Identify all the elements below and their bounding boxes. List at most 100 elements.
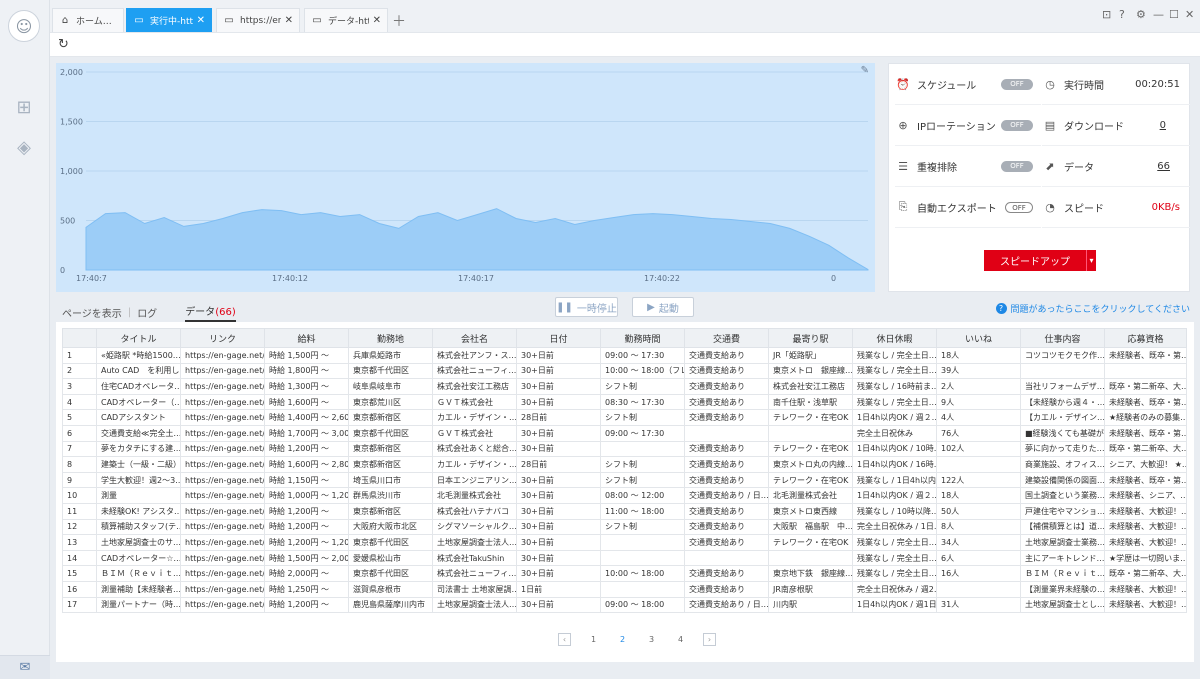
close-window-icon[interactable]: ✕ [1185,8,1194,21]
table-row[interactable]: 13土地家屋調査士のサ…https://en-gage.net/u…時給 1,2… [62,534,1187,551]
column-header[interactable]: 最寄り駅 [768,328,853,348]
table-row[interactable]: 5CADアシスタントhttps://en-gage.net/u…時給 1,400… [62,409,1187,426]
column-header[interactable]: 勤務時間 [600,328,685,348]
table-row[interactable]: 7夢をカタチにする建…https://en-gage.net/u…時給 1,20… [62,440,1187,458]
close-icon[interactable]: ✕ [197,15,205,26]
tab-url[interactable]: ▭ https://en-… ✕ [216,8,300,32]
new-tab-button[interactable]: ＋ [392,11,406,31]
dedup-toggle[interactable]: OFF [1001,160,1033,172]
table-cell: 30+日前 [516,565,601,582]
table-cell: 交通費支給あり [684,409,769,426]
page-icon: ▭ [134,15,144,26]
column-header[interactable]: いいね [936,328,1021,348]
table-cell: 株式会社アンフ・ス… [432,347,517,364]
help-link[interactable]: ? 問題があったらここをクリックしてください [995,302,1190,315]
tab-data-view[interactable]: データ(66) [185,303,236,322]
table-row[interactable]: 11未経験OK! アシスタ…https://en-gage.net/u…時給 1… [62,502,1187,520]
close-icon[interactable]: ✕ [373,15,381,26]
table-row[interactable]: 8建築士（一級・二級）https://en-gage.net/u…時給 1,60… [62,456,1187,473]
table-cell [1020,362,1105,380]
tab-page-view[interactable]: ページを表示 [62,305,122,320]
column-header[interactable]: 会社名 [432,328,517,348]
start-button[interactable]: ▶ 起動 [632,297,694,317]
column-header[interactable]: 休日休暇 [852,328,937,348]
column-header[interactable]: 勤務地 [348,328,433,348]
table-cell: 建築士（一級・二級） [96,456,181,473]
question-icon: ? [995,303,1007,314]
pause-button[interactable]: ❚❚ 一時停止 [555,297,618,317]
data-value[interactable]: 66 [1157,161,1170,172]
column-header[interactable]: 仕事内容 [1020,328,1105,348]
column-header[interactable]: 応募資格 [1104,328,1187,348]
page-link[interactable]: 3 [645,633,658,646]
table-cell: 【補償積算とは】道… [1020,518,1105,536]
list-icon: ☰ [898,159,908,173]
maximize-icon[interactable]: ☐ [1169,8,1179,21]
schedule-toggle[interactable]: OFF [1001,78,1033,90]
page-icon: ▭ [224,15,234,26]
layers-icon[interactable]: ◈ [13,136,35,158]
column-header[interactable]: 給料 [264,328,349,348]
table-cell: 10:00 ～ 18:00（フレ… [600,362,685,380]
gift-icon[interactable]: ⊡ [1102,8,1111,21]
speedup-button[interactable]: スピードアップ [984,250,1086,271]
minimize-icon[interactable]: — [1153,8,1164,21]
page-link[interactable]: 1 [587,633,600,646]
column-header[interactable] [62,328,97,348]
table-cell: 商業施設、オフィス… [1020,456,1105,473]
table-row[interactable]: 15ＢＩＭ（Ｒｅｖｉｔ…https://en-gage.net/u…時給 2,0… [62,565,1187,582]
table-cell: https://en-gage.net/u… [180,424,265,442]
table-row[interactable]: 14CADオペレーター☆…https://en-gage.net/u…時給 1,… [62,549,1187,567]
column-header[interactable]: リンク [180,328,265,348]
table-row[interactable]: 17測量パートナー（時…https://en-gage.net/u…時給 1,2… [62,596,1187,614]
edit-icon[interactable]: ✎ [861,65,869,76]
download-value[interactable]: 0 [1160,120,1166,131]
ip-toggle[interactable]: OFF [1001,119,1033,131]
table-row[interactable]: 16測量補助【未経験者…https://en-gage.net/u…時給 1,2… [62,580,1187,598]
help-icon[interactable]: ? [1119,8,1125,21]
table-row[interactable]: 10測量https://en-gage.net/u…時給 1,000円 ～ 1,… [62,487,1187,504]
table-cell: 株式会社安江工務店 [432,378,517,395]
pause-icon: ❚❚ [556,301,573,313]
gear-icon[interactable]: ⚙ [1136,8,1146,21]
table-cell: 残業なし / 完全土日… [852,362,937,380]
tab-data[interactable]: ▭ データ-htt… ✕ [304,8,388,32]
prev-page-icon[interactable]: ‹ [558,633,571,646]
page-link-current[interactable]: 2 [616,633,629,646]
refresh-icon[interactable]: ↻ [58,37,69,52]
table-cell: 時給 1,150円 ～ [264,471,349,489]
table-row[interactable]: 4CADオペレーター（…https://en-gage.net/u…時給 1,6… [62,393,1187,411]
column-header[interactable]: 日付 [516,328,601,348]
tab-log[interactable]: ログ [137,305,157,320]
table-row[interactable]: 6交通費支給≪完全土…https://en-gage.net/u…時給 1,70… [62,424,1187,442]
autoexport-toggle[interactable]: OFF [1005,201,1033,213]
table-row[interactable]: 1«姫路駅 *時給1500…https://en-gage.net/u…時給 1… [62,347,1187,364]
table-row[interactable]: 9学生大歓迎！週2～3…https://en-gage.net/u…時給 1,1… [62,471,1187,489]
table-cell: 30+日前 [516,549,601,567]
table-cell: 株式会社ニューフィ… [432,565,517,582]
view-tabs: ページを表示 | ログ データ(66) [62,303,236,322]
table-cell: 8 [62,456,97,473]
table-header-row: タイトル リンク 給料 勤務地 会社名 日付 勤務時間 交通費 最寄り駅 休日休暇 いいね 仕事内容応… [62,328,1187,348]
table-row[interactable]: 2Auto CAD を利用し…https://en-gage.net/u…時給 … [62,362,1187,380]
tab-home[interactable]: ⌂ ホーム… [52,8,124,32]
chevron-down-icon[interactable]: ▾ [1086,250,1096,271]
new-task-icon[interactable]: ⊞ [13,96,35,118]
table-cell: 南千住駅・浅草駅 [768,393,853,411]
page-link[interactable]: 4 [674,633,687,646]
next-page-icon[interactable]: › [703,633,716,646]
column-header[interactable]: タイトル [96,328,181,348]
table-cell: https://en-gage.net/u… [180,440,265,458]
mail-icon[interactable]: ✉ [0,655,50,679]
table-cell: 東京都千代田区 [348,534,433,551]
table-cell: 17 [62,596,97,614]
table-cell: 時給 1,600円 ～ 2,80… [264,456,349,473]
column-header[interactable]: 交通費 [684,328,769,348]
table-cell: 30+日前 [516,362,601,380]
y-tick-label: 1,500 [60,118,83,127]
close-icon[interactable]: ✕ [285,15,293,26]
table-cell: コツコツモクモク作… [1020,347,1105,364]
table-row[interactable]: 3住宅CADオペレータ…https://en-gage.net/u…時給 1,3… [62,378,1187,395]
tab-running[interactable]: ▭ 実行中-htt… ✕ [126,8,212,32]
table-row[interactable]: 12積算補助スタッフ(テ…https://en-gage.net/u…時給 1,… [62,518,1187,536]
